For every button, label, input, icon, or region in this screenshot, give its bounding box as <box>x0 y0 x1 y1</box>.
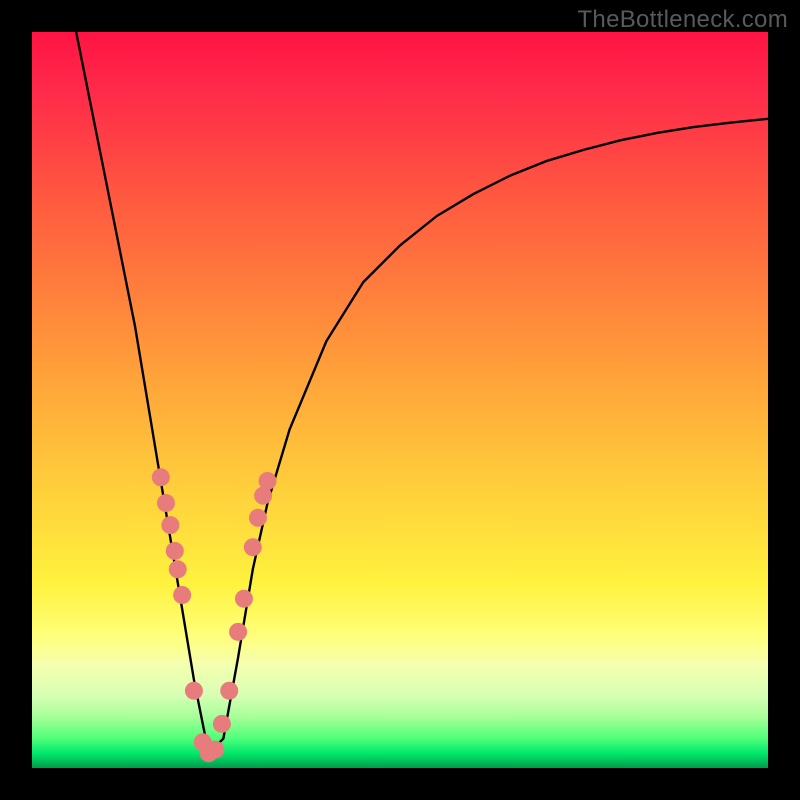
plot-area <box>32 32 768 768</box>
data-point <box>157 494 175 512</box>
watermark-text: TheBottleneck.com <box>577 6 788 34</box>
data-point <box>152 468 170 486</box>
data-point <box>244 538 262 556</box>
data-point <box>229 623 247 641</box>
data-point <box>173 586 191 604</box>
data-point <box>185 682 203 700</box>
data-point <box>235 590 253 608</box>
data-point <box>166 542 184 560</box>
data-point <box>161 516 179 534</box>
chart-container: TheBottleneck.com <box>0 0 800 800</box>
bottleneck-curve-svg <box>32 32 768 768</box>
data-point <box>206 741 224 759</box>
data-point <box>169 560 187 578</box>
data-point <box>259 472 277 490</box>
data-point <box>213 715 231 733</box>
bottleneck-curve-path <box>76 32 768 753</box>
data-point <box>249 509 267 527</box>
data-point <box>220 682 238 700</box>
